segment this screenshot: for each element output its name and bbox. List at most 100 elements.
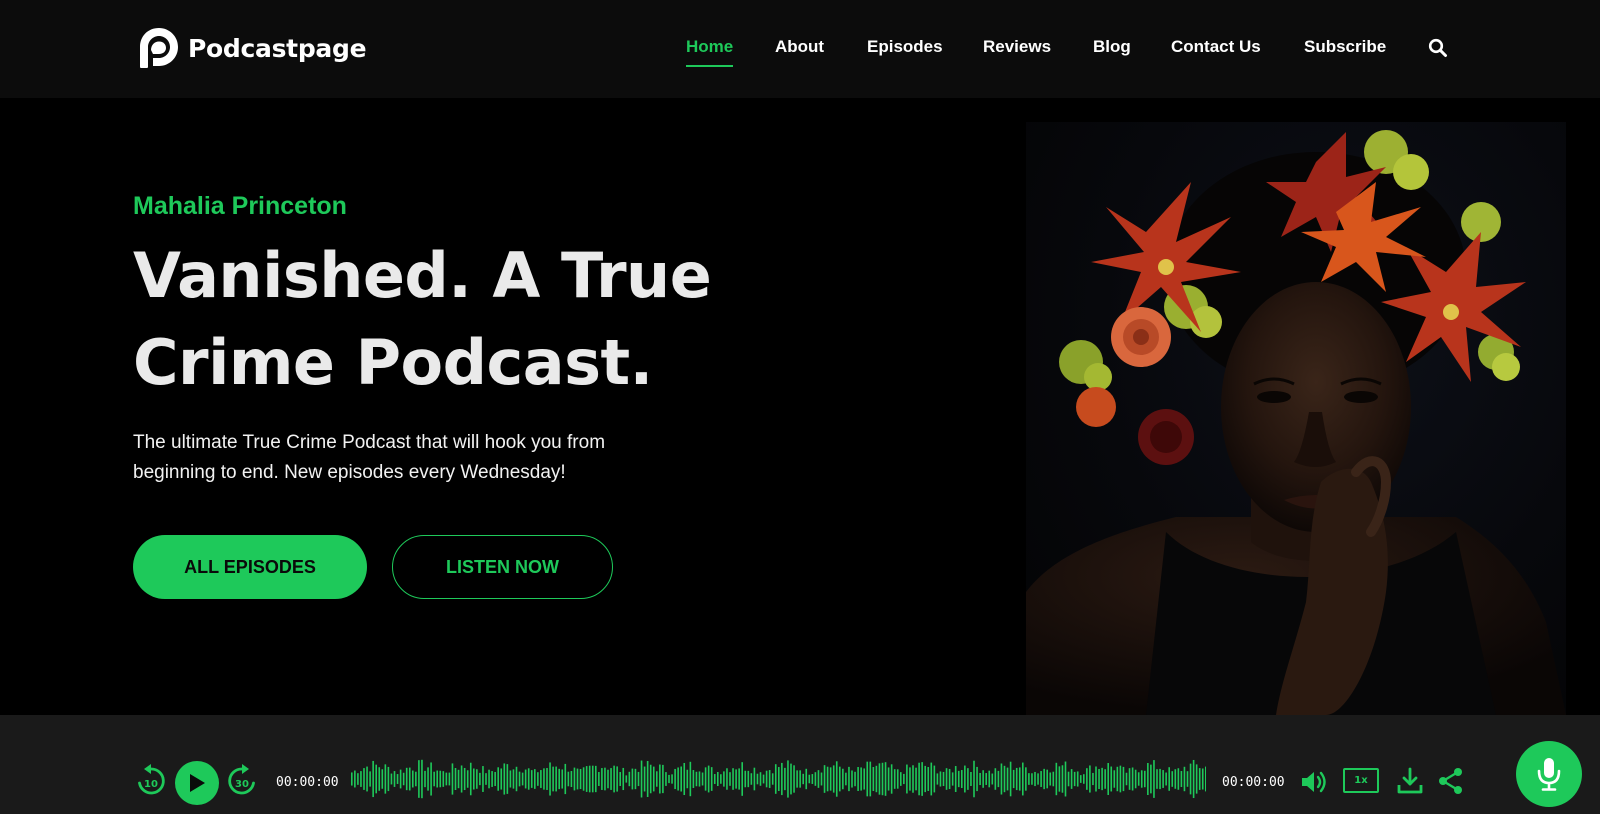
waveform-bar xyxy=(634,768,637,790)
waveform-bar xyxy=(826,766,829,792)
waveform-bar xyxy=(424,770,426,788)
playback-speed-button[interactable]: 1x xyxy=(1343,768,1379,793)
waveform-bar xyxy=(1159,768,1161,790)
nav-item-reviews[interactable]: Reviews xyxy=(983,37,1051,57)
waveform-bar xyxy=(936,773,939,785)
main-nav: Home About Episodes Reviews Blog Contact… xyxy=(0,37,1600,67)
waveform-bar xyxy=(759,772,762,786)
waveform-bar xyxy=(912,765,914,793)
play-button[interactable] xyxy=(175,761,219,805)
nav-item-subscribe[interactable]: Subscribe xyxy=(1304,37,1386,57)
nav-item-contact-us[interactable]: Contact Us xyxy=(1171,37,1261,57)
waveform-bar xyxy=(604,767,606,791)
waveform-bar xyxy=(933,765,936,793)
waveform-bar xyxy=(445,772,448,786)
waveform-bar xyxy=(1153,760,1155,798)
waveform-bar xyxy=(1037,773,1039,785)
waveform-bar xyxy=(665,772,667,786)
waveform-bar xyxy=(893,769,896,789)
waveform-bar xyxy=(1101,767,1103,791)
waveform-bar xyxy=(430,762,432,796)
waveform-bar xyxy=(918,762,920,796)
waveform-bar xyxy=(808,774,811,784)
waveform-bar xyxy=(466,770,469,788)
waveform[interactable] xyxy=(351,755,1206,803)
waveform-bar xyxy=(616,766,618,792)
volume-icon[interactable] xyxy=(1300,769,1328,795)
waveform-bar xyxy=(649,764,652,794)
nav-item-blog[interactable]: Blog xyxy=(1093,37,1131,57)
waveform-bar xyxy=(558,768,560,790)
waveform-bar xyxy=(927,767,930,791)
portrait-illustration xyxy=(1026,130,1566,715)
waveform-bar xyxy=(1168,767,1170,791)
waveform-bar xyxy=(378,767,381,791)
waveform-bar xyxy=(402,772,405,786)
waveform-bar xyxy=(909,767,911,791)
waveform-bar xyxy=(405,767,408,791)
share-icon[interactable] xyxy=(1437,767,1465,795)
waveform-bar xyxy=(485,773,487,785)
rewind-icon[interactable]: 10 xyxy=(136,763,166,797)
waveform-bar xyxy=(1095,766,1097,792)
waveform-bar xyxy=(954,766,957,792)
waveform-bar xyxy=(863,768,865,790)
waveform-bar xyxy=(1083,774,1085,784)
waveform-bar xyxy=(982,770,984,788)
waveform-bar xyxy=(463,767,466,791)
hero-title-line-2: Crime Podcast. xyxy=(133,326,653,399)
waveform-bar xyxy=(1186,771,1189,787)
waveform-bar xyxy=(1125,772,1128,786)
waveform-bar xyxy=(585,766,588,792)
waveform-bar xyxy=(448,772,451,786)
microphone-icon xyxy=(1537,758,1561,791)
waveform-bar xyxy=(662,764,664,794)
waveform-bar xyxy=(842,768,844,790)
waveform-bar xyxy=(515,766,518,792)
waveform-bar xyxy=(1092,772,1094,786)
waveform-bar xyxy=(997,770,1000,788)
play-icon xyxy=(190,774,205,792)
waveform-bar xyxy=(543,768,545,790)
waveform-bar xyxy=(646,761,649,798)
waveform-bar xyxy=(677,767,679,791)
nav-item-episodes[interactable]: Episodes xyxy=(867,37,943,57)
forward-icon[interactable]: 30 xyxy=(227,763,257,797)
listen-now-button[interactable]: LISTEN NOW xyxy=(392,535,613,599)
waveform-bar xyxy=(1201,768,1204,790)
waveform-bar xyxy=(970,772,972,786)
waveform-bar xyxy=(869,761,872,797)
hero-title-line-1: Vanished. A True xyxy=(133,239,712,312)
waveform-bar xyxy=(921,762,923,796)
search-icon[interactable] xyxy=(1428,38,1448,58)
nav-item-about[interactable]: About xyxy=(775,37,824,57)
waveform-bar xyxy=(1134,769,1137,789)
nav-item-home[interactable]: Home xyxy=(686,37,734,67)
waveform-bar xyxy=(884,762,887,796)
download-icon[interactable] xyxy=(1396,767,1424,795)
waveform-bar xyxy=(744,770,747,788)
waveform-bar xyxy=(713,774,716,784)
waveform-bar xyxy=(408,767,411,791)
waveform-bar xyxy=(671,774,673,784)
waveform-bar xyxy=(1028,773,1030,785)
waveform-bar xyxy=(857,767,859,791)
waveform-bar xyxy=(896,769,899,789)
waveform-bar xyxy=(890,764,893,794)
waveform-bar xyxy=(534,769,536,789)
waveform-bar xyxy=(961,770,963,788)
waveform-bar xyxy=(1150,764,1152,794)
waveform-bar xyxy=(546,768,548,790)
all-episodes-button[interactable]: ALL EPISODES xyxy=(133,535,367,599)
waveform-bar xyxy=(832,765,835,793)
waveform-bar xyxy=(948,768,951,790)
waveform-bar xyxy=(799,770,801,788)
waveform-bar xyxy=(680,766,682,792)
hero-description-line-1: The ultimate True Crime Podcast that wil… xyxy=(133,432,606,453)
waveform-bar xyxy=(1049,772,1052,786)
waveform-bar xyxy=(689,761,692,797)
waveform-bar xyxy=(601,768,603,790)
microphone-button[interactable] xyxy=(1516,741,1582,807)
waveform-bar xyxy=(985,773,987,785)
waveform-bar xyxy=(436,770,438,788)
